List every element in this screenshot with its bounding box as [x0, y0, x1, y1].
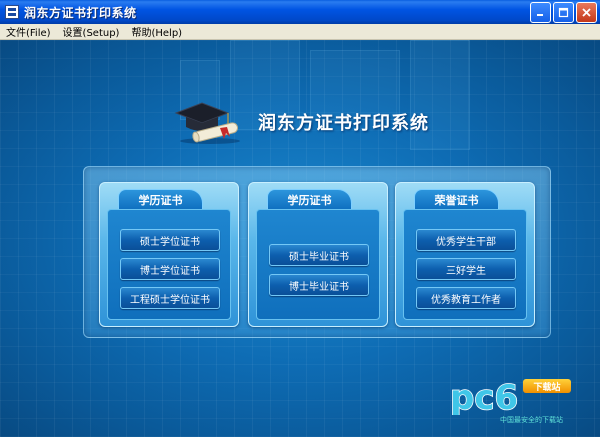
watermark-logo-text: pc6 — [450, 378, 518, 415]
minimize-icon — [537, 14, 543, 16]
engineering-master-degree-certificate-button[interactable]: 工程硕士学位证书 — [120, 287, 220, 309]
menu-setup[interactable]: 设置(Setup) — [57, 24, 126, 39]
maximize-button[interactable] — [553, 2, 574, 23]
menu-bar: 文件(File) 设置(Setup) 帮助(Help) — [0, 24, 600, 40]
merit-student-button[interactable]: 三好学生 — [416, 258, 516, 280]
minimize-button[interactable] — [530, 2, 551, 23]
outstanding-educator-button[interactable]: 优秀教育工作者 — [416, 287, 516, 309]
window-controls — [530, 2, 597, 23]
panel-title: 荣誉证书 — [434, 193, 479, 207]
panel-graduation-certificates: 学历证书 硕士毕业证书 博士毕业证书 — [248, 182, 388, 327]
panel-title: 学历证书 — [138, 193, 183, 207]
app-heading: 润东方证书打印系统 — [258, 113, 429, 134]
close-button[interactable] — [576, 2, 597, 23]
panel-tab: 荣誉证书 — [414, 189, 499, 209]
title-bar[interactable]: 润东方证书打印系统 — [0, 0, 600, 24]
doctor-degree-certificate-button[interactable]: 博士学位证书 — [120, 258, 220, 280]
watermark-logo: pc6 — [449, 377, 519, 415]
window-title: 润东方证书打印系统 — [24, 5, 137, 20]
graduation-cap-diploma-icon — [174, 102, 240, 144]
master-degree-certificate-button[interactable]: 硕士学位证书 — [120, 229, 220, 251]
outstanding-student-leader-button[interactable]: 优秀学生干部 — [416, 229, 516, 251]
watermark-caption: 中国最安全的下载站 — [500, 416, 563, 424]
watermark-badge: 下载站 — [523, 379, 571, 393]
panel-honor-certificates: 荣誉证书 优秀学生干部 三好学生 优秀教育工作者 — [395, 182, 535, 327]
close-icon — [582, 8, 591, 17]
master-graduation-certificate-button[interactable]: 硕士毕业证书 — [269, 244, 369, 266]
menu-help[interactable]: 帮助(Help) — [125, 24, 188, 39]
panel-tab: 学历证书 — [118, 189, 203, 209]
app-icon — [5, 5, 19, 19]
panel-degree-certificates: 学历证书 硕士学位证书 博士学位证书 工程硕士学位证书 — [99, 182, 239, 327]
menu-file[interactable]: 文件(File) — [0, 24, 57, 39]
doctor-graduation-certificate-button[interactable]: 博士毕业证书 — [269, 274, 369, 296]
maximize-icon — [558, 7, 569, 18]
panel-title: 学历证书 — [287, 193, 332, 207]
panel-tab: 学历证书 — [267, 189, 352, 209]
